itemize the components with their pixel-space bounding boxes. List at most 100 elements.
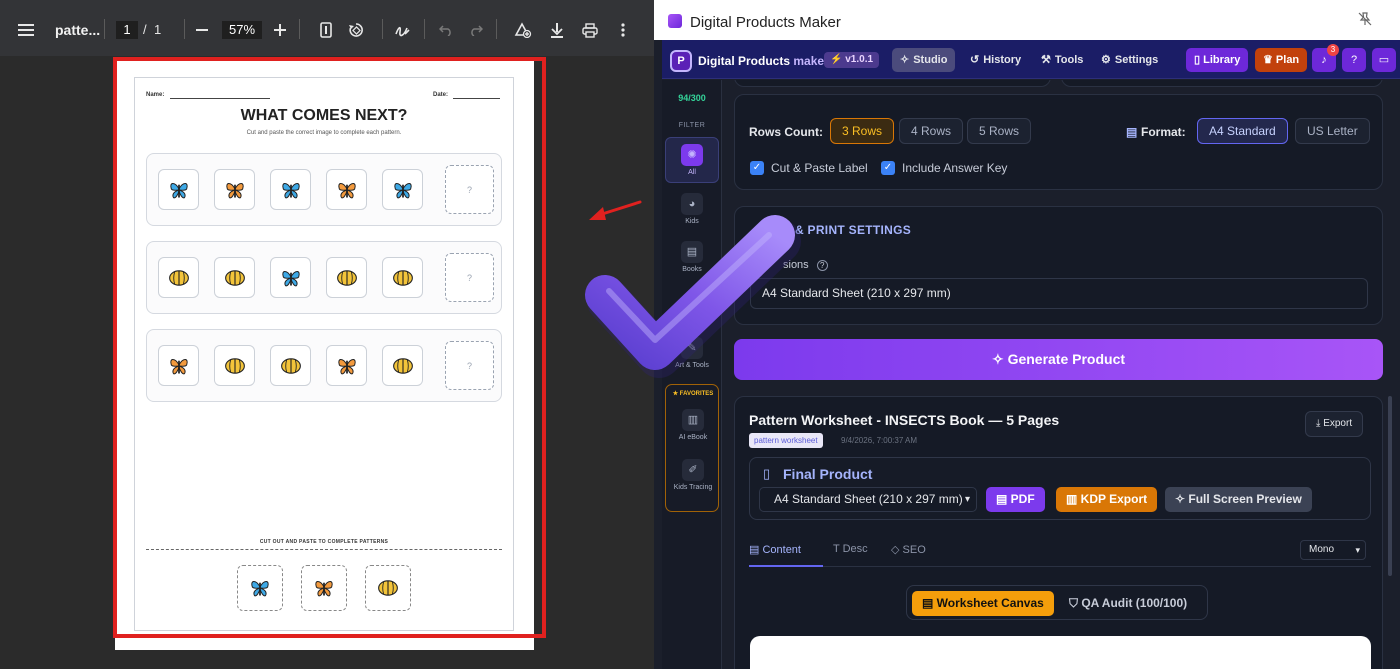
format-select-value: A4 Standard Sheet (210 x 297 mm) xyxy=(774,492,963,506)
zoom-level-input[interactable]: 57% xyxy=(222,21,262,39)
canvas-label: Worksheet Canvas xyxy=(936,596,1044,610)
view-toggle: ▤ Worksheet Canvas ⛉ QA Audit (100/100) xyxy=(906,585,1208,620)
library-icon: ▯ xyxy=(1194,54,1204,66)
chevron-down-icon: ▾ xyxy=(964,494,970,505)
tab-desc-label: Desc xyxy=(842,543,868,555)
pin-icon[interactable] xyxy=(1358,12,1372,29)
fit-page-icon[interactable] xyxy=(314,18,338,42)
zoom-in-icon[interactable] xyxy=(268,18,292,42)
app-window: Digital Products Maker P Digital Product… xyxy=(654,0,1400,669)
cut-paste-label: Cut & Paste Label xyxy=(771,161,868,175)
nav-history[interactable]: ↺ History xyxy=(962,48,1029,72)
full-screen-preview-button[interactable]: ✧ Full Screen Preview xyxy=(1165,487,1312,512)
nav-studio[interactable]: ✧ Studio xyxy=(892,48,956,72)
tracing-icon: ✐ xyxy=(682,459,704,481)
rows-option-3[interactable]: 3 Rows xyxy=(830,118,895,144)
hamburger-menu-icon[interactable] xyxy=(14,18,38,42)
account-icon[interactable]: ▭ xyxy=(1372,48,1396,72)
scrollbar[interactable] xyxy=(1388,396,1392,576)
sidebar-item-all[interactable]: ✺ All xyxy=(665,137,719,183)
tab-content[interactable]: ▤ Content xyxy=(749,543,801,556)
export-button[interactable]: ⤓ Export xyxy=(1305,411,1364,437)
file-icon: ▯ xyxy=(763,466,771,481)
sidebar-item-art-tools[interactable]: ✎ Art & Tools xyxy=(665,337,719,369)
nav-history-label: History xyxy=(983,54,1022,66)
favorites-label: ★ FAVORITES xyxy=(672,391,714,397)
ebook-icon: ▥ xyxy=(682,409,704,431)
product-type-badge: pattern worksheet xyxy=(749,433,823,448)
window-titlebar: Digital Products Maker xyxy=(654,0,1400,40)
sidebar-item-kids[interactable]: ◕ Kids xyxy=(665,193,719,225)
nav-settings[interactable]: ⚙ Settings xyxy=(1093,48,1166,72)
kdp-label: KDP Export xyxy=(1080,492,1148,506)
rows-option-4[interactable]: 4 Rows xyxy=(899,118,964,144)
pdf-viewer: patte... 1 / 1 57% Name: Date: WHAT COME… xyxy=(0,0,654,669)
wand-icon: ✧ xyxy=(991,351,1008,367)
rotate-icon[interactable] xyxy=(344,18,368,42)
format-select[interactable]: A4 Standard Sheet (210 x 297 mm) ▾ xyxy=(759,487,977,512)
plan-label: Plan xyxy=(1275,54,1300,66)
download-icon[interactable] xyxy=(545,18,569,42)
version-text: v1.0.1 xyxy=(845,54,874,65)
toolbar-divider xyxy=(424,19,425,39)
zoom-out-icon[interactable] xyxy=(190,18,214,42)
credits-counter: 94/300 xyxy=(678,93,706,103)
nav-tools-label: Tools xyxy=(1054,54,1084,66)
toolbar-divider xyxy=(496,19,497,39)
text-icon: T xyxy=(833,543,843,555)
product-card xyxy=(734,396,1383,669)
dimensions-label: sions ? xyxy=(783,259,828,271)
sidebar-item-kids-tracing[interactable]: ✐ Kids Tracing xyxy=(666,459,720,491)
page-total: 1 xyxy=(154,22,162,37)
worksheet-canvas-button[interactable]: ▤ Worksheet Canvas xyxy=(912,591,1054,616)
cut-paste-checkbox[interactable]: ✓ xyxy=(750,161,764,175)
file-icon: ▤ xyxy=(996,492,1011,506)
page-number-input[interactable]: 1 xyxy=(116,21,138,39)
doc-icon: ▤ xyxy=(1126,125,1138,139)
tab-content-label: Content xyxy=(762,544,801,556)
tabs-divider xyxy=(749,566,1371,567)
answer-key-checkbox[interactable]: ✓ xyxy=(881,161,895,175)
favorites-group: ★ FAVORITES ▥ AI eBook ✐ Kids Tracing xyxy=(665,384,719,512)
redo-icon[interactable] xyxy=(464,18,488,42)
undo-icon[interactable] xyxy=(434,18,458,42)
kdp-export-button[interactable]: ▥ KDP Export xyxy=(1056,487,1158,512)
rows-option-5[interactable]: 5 Rows xyxy=(967,118,1032,144)
version-badge: ⚡ v1.0.1 xyxy=(824,52,880,68)
sidebar-item-label: All xyxy=(688,169,696,176)
shield-check-icon: ⛉ xyxy=(1069,596,1082,610)
app-header: P Digital Products maker ⚡ v1.0.1 ✧ Studi… xyxy=(662,40,1400,79)
tab-seo-label: SEO xyxy=(902,544,926,556)
dimensions-label-text: sions xyxy=(783,259,809,271)
help-icon[interactable]: ? xyxy=(1342,48,1366,72)
tab-desc[interactable]: T Desc xyxy=(833,543,868,555)
doc-icon: ▤ xyxy=(749,544,763,556)
format-option-a4[interactable]: A4 Standard xyxy=(1197,118,1288,144)
pdf-button[interactable]: ▤ PDF xyxy=(986,487,1045,512)
nav-tools[interactable]: ⚒ Tools xyxy=(1033,48,1091,72)
red-highlight-frame xyxy=(113,57,546,638)
product-date: 9/4/2026, 7:00:37 AM xyxy=(841,436,918,445)
wand-icon: ✧ xyxy=(1175,492,1189,506)
toolbar-divider xyxy=(104,19,105,39)
sidebar: 94/300 FILTER ✺ All ◕ Kids ▤ Books ✎ Art… xyxy=(662,80,722,669)
print-icon[interactable] xyxy=(578,18,602,42)
plan-button[interactable]: ♛ Plan xyxy=(1255,48,1308,72)
generate-product-button[interactable]: ✧ Generate Product xyxy=(734,339,1383,380)
tab-seo[interactable]: ◇ SEO xyxy=(891,543,926,556)
more-options-icon[interactable] xyxy=(611,18,635,42)
qa-audit-button[interactable]: ⛉ QA Audit (100/100) xyxy=(1069,591,1187,616)
wand-icon: ✧ xyxy=(900,54,910,66)
font-select[interactable]: Mono ▾ xyxy=(1300,540,1366,560)
card-partial-right xyxy=(1061,80,1383,87)
library-button[interactable]: ▯ Library xyxy=(1186,48,1249,72)
sidebar-item-books[interactable]: ▤ Books xyxy=(665,241,719,273)
sidebar-item-ai-ebook[interactable]: ▥ AI eBook xyxy=(666,409,720,441)
pdf-file-name: patte... xyxy=(55,22,101,38)
draw-icon[interactable] xyxy=(390,18,414,42)
add-annotation-icon[interactable] xyxy=(511,18,535,42)
dimensions-input[interactable]: A4 Standard Sheet (210 x 297 mm) xyxy=(750,278,1368,309)
format-option-us-letter[interactable]: US Letter xyxy=(1295,118,1370,144)
book-icon: ▥ xyxy=(1066,492,1081,506)
history-icon: ↺ xyxy=(970,54,980,66)
